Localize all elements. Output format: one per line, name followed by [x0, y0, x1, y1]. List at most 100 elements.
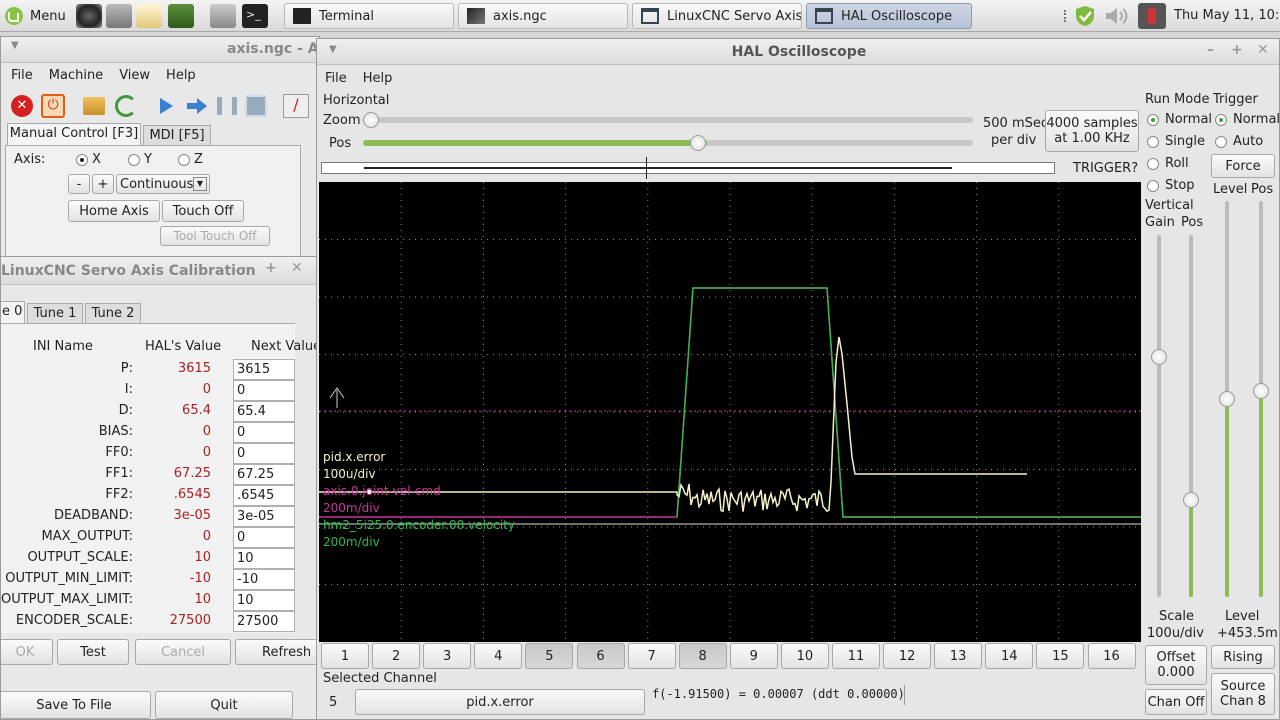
- home-axis-button[interactable]: Home Axis: [68, 200, 160, 222]
- block-delete-icon[interactable]: /: [283, 94, 309, 118]
- refresh-button[interactable]: Refresh: [235, 639, 317, 665]
- rising-button[interactable]: Rising: [1211, 645, 1275, 669]
- minimize-icon[interactable]: –: [1207, 42, 1214, 58]
- pause-icon[interactable]: [217, 97, 237, 115]
- jog-mode-select[interactable]: Continuous ▼: [116, 174, 210, 194]
- channel-button-12[interactable]: 12: [883, 643, 932, 669]
- axis-x-radio[interactable]: [76, 154, 88, 166]
- run-mode-radio-roll[interactable]: [1147, 158, 1159, 170]
- tab-tune-0[interactable]: Tune 0: [1, 301, 25, 323]
- trigger-mode-radio-normal[interactable]: [1215, 114, 1227, 126]
- clock[interactable]: Thu May 11, 10:51: [1174, 8, 1280, 23]
- halscope-titlebar[interactable]: ▼ HAL Oscilloscope – + ✕: [317, 39, 1279, 65]
- force-button[interactable]: Force: [1211, 154, 1275, 178]
- run-mode-radio-single[interactable]: [1147, 136, 1159, 148]
- estop-icon[interactable]: ✕: [11, 95, 33, 117]
- camera-launcher-icon[interactable]: [76, 4, 102, 28]
- samples-button[interactable]: 4000 samples at 1.00 KHz: [1045, 110, 1139, 152]
- network-icon[interactable]: [1138, 3, 1166, 29]
- channel-button-3[interactable]: 3: [423, 643, 472, 669]
- menu-help[interactable]: Help: [355, 71, 401, 86]
- next-value-input[interactable]: 0: [233, 422, 295, 443]
- next-value-input[interactable]: 10: [233, 548, 295, 569]
- stop-icon[interactable]: [245, 95, 267, 117]
- next-value-input[interactable]: 0: [233, 380, 295, 401]
- volume-icon[interactable]: [1104, 6, 1130, 26]
- gain-slider-track[interactable]: [1157, 235, 1161, 597]
- system-monitor-launcher-icon[interactable]: [168, 4, 194, 28]
- channel-button-15[interactable]: 15: [1036, 643, 1085, 669]
- tab-mdi[interactable]: MDI [F5]: [143, 125, 211, 145]
- channel-button-5[interactable]: 5: [525, 643, 574, 669]
- channel-button-7[interactable]: 7: [627, 643, 676, 669]
- gain-slider-knob[interactable]: [1151, 349, 1167, 365]
- run-mode-radio-normal[interactable]: [1147, 114, 1159, 126]
- menu-file[interactable]: File: [1, 68, 41, 83]
- offset-button[interactable]: Offset 0.000: [1145, 645, 1207, 685]
- next-value-input[interactable]: 27500: [233, 611, 295, 632]
- menu-button[interactable]: Menu: [4, 3, 72, 29]
- channel-button-10[interactable]: 10: [780, 643, 829, 669]
- channel-button-8[interactable]: 8: [678, 643, 727, 669]
- terminal-launcher-icon[interactable]: >_: [242, 4, 268, 28]
- machine-power-icon[interactable]: ⏻: [41, 94, 65, 118]
- run-mode-radio-stop[interactable]: [1147, 180, 1159, 192]
- channel-button-1[interactable]: 1: [321, 643, 369, 669]
- channel-button-13[interactable]: 13: [934, 643, 983, 669]
- menu-view[interactable]: View: [111, 68, 158, 83]
- window-menu-icon[interactable]: ▼: [11, 40, 19, 51]
- axis-titlebar[interactable]: ▼ axis.ngc - AXIS: [1, 37, 345, 63]
- vertical-pos-slider-knob[interactable]: [1183, 492, 1199, 508]
- channel-button-11[interactable]: 11: [832, 643, 880, 669]
- channel-button-6[interactable]: 6: [576, 643, 625, 669]
- trigger-level-slider-knob[interactable]: [1219, 391, 1235, 407]
- selected-channel-name-button[interactable]: pid.x.error: [355, 689, 645, 715]
- channel-button-2[interactable]: 2: [372, 643, 421, 669]
- zoom-slider[interactable]: [363, 112, 973, 128]
- source-button[interactable]: Source Chan 8: [1211, 673, 1275, 715]
- menu-help[interactable]: Help: [158, 68, 204, 83]
- touch-off-button[interactable]: Touch Off: [162, 200, 244, 222]
- gimp-launcher-icon[interactable]: [106, 4, 132, 28]
- step-icon[interactable]: [185, 96, 209, 116]
- tab-tune-1[interactable]: Tune 1: [27, 303, 83, 323]
- run-icon[interactable]: [157, 96, 175, 116]
- reload-icon[interactable]: [115, 95, 137, 117]
- zoom-slider-knob[interactable]: [363, 112, 379, 128]
- next-value-input[interactable]: 65.4: [233, 401, 295, 422]
- next-value-input[interactable]: 3615: [233, 359, 295, 380]
- channel-button-4[interactable]: 4: [474, 643, 523, 669]
- taskbar-window-terminal[interactable]: Terminal: [284, 3, 454, 29]
- channel-button-14[interactable]: 14: [985, 643, 1034, 669]
- files-launcher-icon[interactable]: [210, 4, 236, 28]
- tab-tune-2[interactable]: Tune 2: [85, 303, 141, 323]
- taskbar-window-halscope[interactable]: HAL Oscilloscope: [806, 3, 972, 29]
- jog-plus-button[interactable]: +: [92, 174, 114, 194]
- next-value-input[interactable]: 0: [233, 443, 295, 464]
- shield-check-icon[interactable]: [1072, 4, 1098, 28]
- trigger-pos-slider-knob[interactable]: [1253, 383, 1269, 399]
- pos-slider[interactable]: [363, 135, 973, 151]
- close-icon[interactable]: ✕: [1257, 42, 1269, 58]
- next-value-input[interactable]: -10: [233, 569, 295, 590]
- next-value-input[interactable]: 67.25: [233, 464, 295, 485]
- next-value-input[interactable]: 0: [233, 527, 295, 548]
- taskbar-window-calibration[interactable]: LinuxCNC Servo Axis ...: [632, 3, 802, 29]
- taskbar-window-axis[interactable]: axis.ngc: [458, 3, 628, 29]
- maximize-icon[interactable]: +: [1231, 42, 1243, 58]
- channel-button-16[interactable]: 16: [1087, 643, 1136, 669]
- menu-file[interactable]: File: [317, 71, 355, 86]
- scope-display[interactable]: [319, 182, 1141, 642]
- next-value-input[interactable]: 3e-05: [233, 506, 295, 527]
- text-editor-launcher-icon[interactable]: [136, 4, 162, 28]
- save-to-file-button[interactable]: Save To File: [1, 691, 151, 719]
- quit-button[interactable]: Quit: [155, 691, 293, 719]
- calibration-titlebar[interactable]: LinuxCNC Servo Axis Calibration – + ✕: [1, 257, 317, 285]
- next-value-input[interactable]: 10: [233, 590, 295, 611]
- axis-z-radio[interactable]: [178, 154, 190, 166]
- jog-minus-button[interactable]: -: [68, 174, 90, 194]
- channel-button-9[interactable]: 9: [729, 643, 778, 669]
- trigger-mode-radio-auto[interactable]: [1215, 136, 1227, 148]
- maximize-icon[interactable]: +: [265, 260, 277, 276]
- open-file-icon[interactable]: [83, 97, 105, 115]
